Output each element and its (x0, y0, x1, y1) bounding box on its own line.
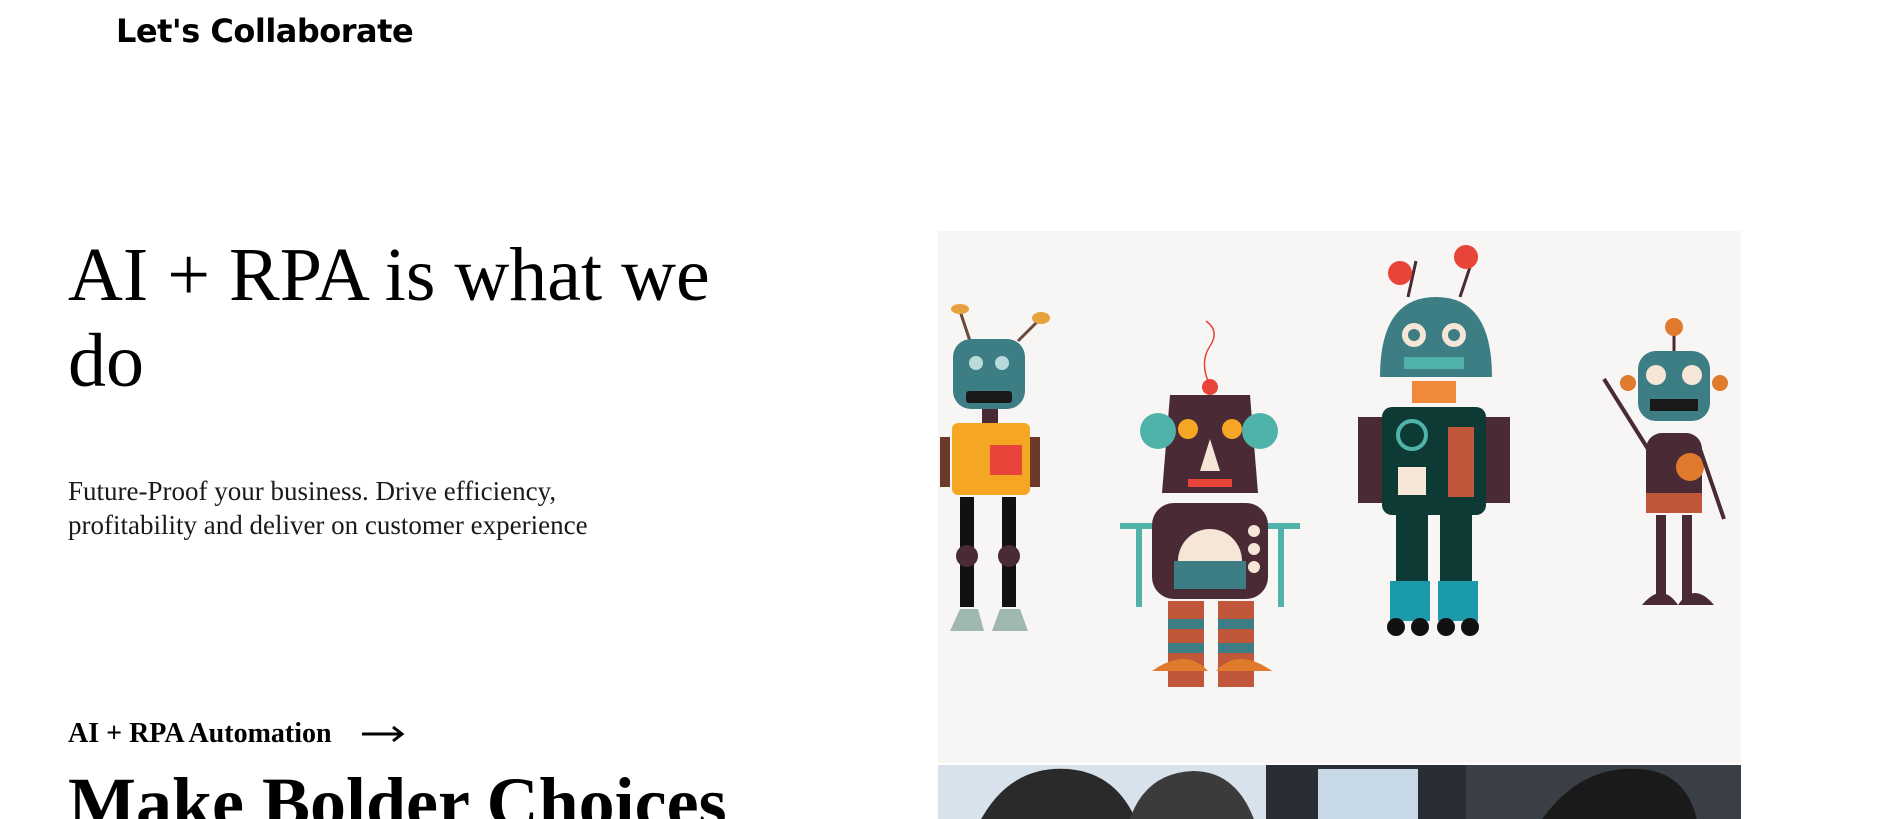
team-photo-image (938, 765, 1741, 819)
robots-illustration-svg (940, 245, 1728, 687)
robot-4-icon (1602, 318, 1728, 605)
arrow-right-icon (361, 725, 405, 743)
hero-subtitle: Future-Proof your business. Drive effici… (68, 476, 588, 540)
robot-2-icon (1120, 320, 1300, 687)
robots-illustration-image (938, 231, 1741, 763)
lets-collaborate-link[interactable]: Let's Collaborate (116, 12, 414, 50)
robot-1-icon (940, 304, 1050, 631)
team-photo-svg (938, 765, 1741, 819)
robot-3-icon (1358, 245, 1510, 636)
ai-rpa-automation-label: AI + RPA Automation (68, 718, 332, 749)
hero-title: AI + RPA is what we do (68, 233, 710, 403)
ai-rpa-automation-link[interactable]: AI + RPA Automation (68, 718, 406, 750)
section-heading: Make Bolder Choices (68, 763, 727, 819)
